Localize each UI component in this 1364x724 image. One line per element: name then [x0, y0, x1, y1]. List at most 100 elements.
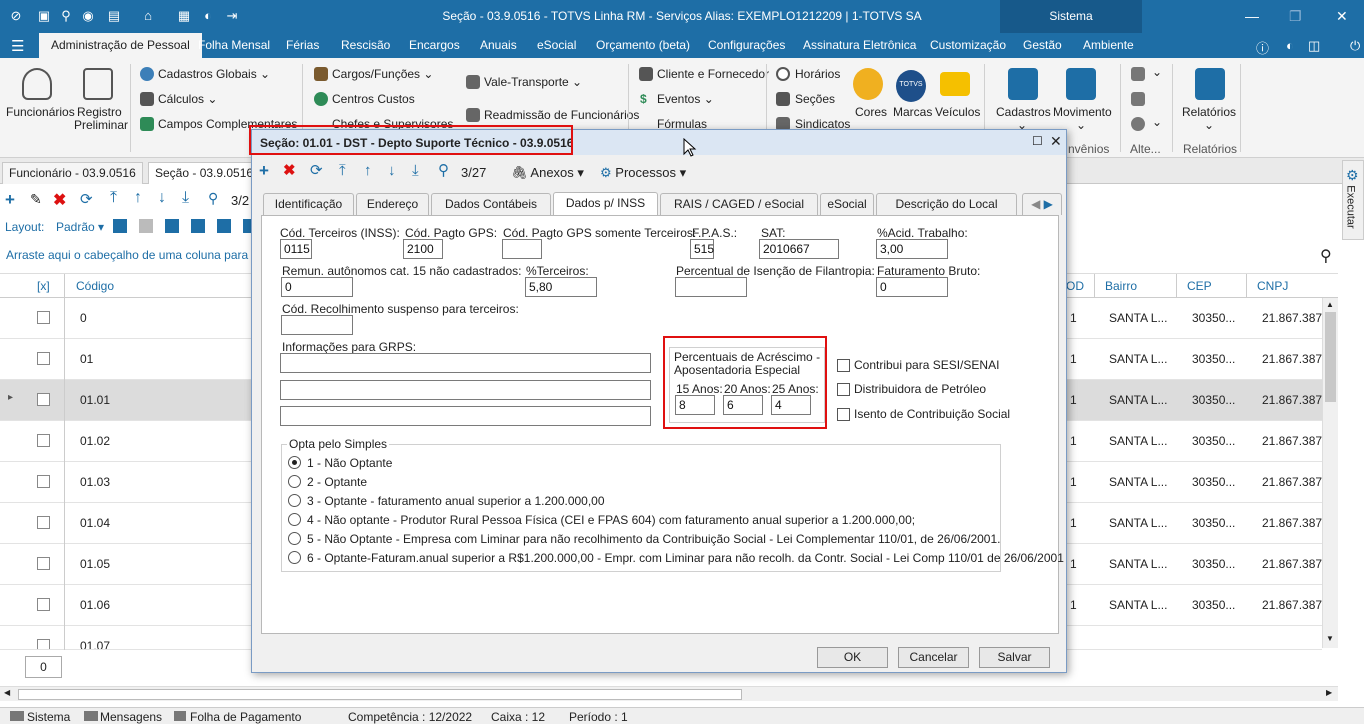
simples-option-3-radio[interactable] — [288, 494, 301, 507]
tab-administracao[interactable]: Administração de Pessoal — [39, 33, 202, 58]
secoes-button[interactable]: Seções — [795, 92, 835, 106]
sistema-panel[interactable]: Sistema — [1000, 0, 1142, 33]
last-icon[interactable]: ⤓ — [182, 189, 189, 207]
ok-button[interactable]: OK — [817, 647, 888, 668]
cadastros-button[interactable]: Cadastros — [996, 105, 1051, 119]
search-icon[interactable]: ⚲ — [438, 163, 449, 179]
chevron-down-icon[interactable]: ⌄ — [1204, 118, 1214, 132]
scroll-down-icon[interactable]: ▼ — [1326, 634, 1334, 643]
restore-icon[interactable]: ❐ — [1289, 8, 1302, 25]
tab-descricao-local[interactable]: Descrição do Local — [876, 193, 1017, 215]
refresh-icon[interactable]: ⟳ — [310, 163, 323, 179]
tab-orcamento[interactable]: Orçamento (beta) — [596, 38, 690, 52]
readmissao-button[interactable]: Readmissão de Funcionários — [484, 108, 639, 122]
row-checkbox[interactable] — [37, 598, 50, 611]
recolhimento-input[interactable] — [281, 315, 353, 335]
horarios-button[interactable]: Horários — [795, 67, 840, 81]
minimize-icon[interactable]: — — [1245, 8, 1259, 24]
sat-input[interactable]: 2010667 — [759, 239, 839, 259]
cnpj-column-header[interactable]: CNPJ — [1257, 279, 1288, 293]
tab-identificacao[interactable]: Identificação — [263, 193, 354, 215]
info-icon[interactable]: ⓘ — [1256, 38, 1269, 57]
terceiros-input[interactable]: 5,80 — [525, 277, 597, 297]
marcas-button[interactable]: Marcas — [893, 105, 932, 119]
scroll-right-icon[interactable]: ▶ — [1326, 688, 1332, 697]
status-folha[interactable]: Folha de Pagamento — [190, 710, 301, 724]
grps-line-2[interactable] — [280, 380, 651, 400]
search-icon[interactable]: ⚲ — [1320, 246, 1332, 266]
tab-anuais[interactable]: Anuais — [480, 38, 517, 52]
tab-ambiente[interactable]: Ambiente — [1083, 38, 1134, 52]
tab-scroll-arrows[interactable]: ◀ ▶ — [1022, 193, 1062, 215]
scroll-up-icon[interactable]: ▲ — [1326, 300, 1334, 309]
last-icon[interactable]: ⤓ — [412, 163, 419, 179]
cep-column-header[interactable]: CEP — [1187, 279, 1212, 293]
od-column-header[interactable]: OD — [1066, 279, 1084, 293]
delete-icon[interactable]: ✖ — [283, 163, 296, 179]
chevron-left-icon[interactable]: ◀ — [1031, 197, 1040, 211]
distribuidora-checkbox[interactable] — [837, 383, 850, 396]
row-checkbox[interactable] — [37, 557, 50, 570]
tab-ferias[interactable]: Férias — [286, 38, 319, 52]
chevron-down-icon[interactable]: ⌄ — [1152, 65, 1162, 79]
add-icon[interactable]: + — [259, 162, 269, 179]
save-button[interactable]: Salvar — [979, 647, 1050, 668]
cores-button[interactable]: Cores — [855, 105, 887, 119]
anexos-menu[interactable]: 🖇 Anexos ▾ — [511, 165, 584, 181]
search-icon[interactable]: ⚲ — [208, 190, 218, 207]
remun-input[interactable]: 0 — [281, 277, 353, 297]
acid-trabalho-input[interactable]: 3,00 — [876, 239, 948, 259]
simples-option-2-radio[interactable] — [288, 475, 301, 488]
registro-preliminar-button-line2[interactable]: Preliminar — [74, 118, 128, 132]
cargos-funcoes-menu[interactable]: Cargos/Funções ⌄ — [332, 67, 433, 81]
simples-option-4-radio[interactable] — [288, 513, 301, 526]
maximize-icon[interactable]: ☐ — [1032, 134, 1043, 148]
refresh-icon[interactable]: ⟳ — [80, 190, 93, 208]
row-checkbox[interactable] — [37, 475, 50, 488]
tab-customizacao[interactable]: Customização — [930, 38, 1006, 52]
tab-gestao[interactable]: Gestão — [1023, 38, 1062, 52]
row-checkbox[interactable] — [37, 352, 50, 365]
isento-checkbox[interactable] — [837, 408, 850, 421]
tab-rais-caged[interactable]: RAIS / CAGED / eSocial — [660, 193, 818, 215]
next-icon[interactable]: ↓ — [158, 189, 166, 207]
cancel-button[interactable]: Cancelar — [898, 647, 969, 668]
veiculos-button[interactable]: Veículos — [935, 105, 980, 119]
tab-configuracoes[interactable]: Configurações — [708, 38, 785, 52]
tab-esocial[interactable]: eSocial — [820, 193, 874, 215]
delete-icon[interactable]: ✖ — [53, 190, 66, 210]
tab-rescisao[interactable]: Rescisão — [341, 38, 390, 52]
prev-icon[interactable]: ↑ — [364, 163, 372, 179]
simples-option-5-radio[interactable] — [288, 532, 301, 545]
codigo-column-header[interactable]: Código — [76, 279, 114, 293]
scroll-thumb[interactable] — [18, 689, 742, 700]
grps-line-3[interactable] — [280, 406, 651, 426]
add-column-icon[interactable] — [113, 219, 127, 233]
close-icon[interactable]: ✕ — [1336, 8, 1348, 25]
edit-icon[interactable]: ✎ — [30, 191, 42, 208]
row-checkbox[interactable] — [37, 434, 50, 447]
row-checkbox[interactable] — [37, 311, 50, 324]
tab-esocial[interactable]: eSocial — [537, 38, 576, 52]
row-checkbox[interactable] — [37, 639, 50, 649]
status-mensagens[interactable]: Mensagens — [100, 710, 162, 724]
vale-transporte-menu[interactable]: Vale-Transporte ⌄ — [484, 75, 582, 89]
globe-icon[interactable]: ◐ — [1286, 38, 1294, 53]
faturamento-input[interactable]: 0 — [876, 277, 948, 297]
registro-preliminar-button-line1[interactable]: Registro — [77, 105, 122, 119]
movimento-button[interactable]: Movimento — [1053, 105, 1112, 119]
chevron-down-icon[interactable]: ⌄ — [1152, 115, 1162, 129]
add-icon[interactable]: + — [5, 190, 15, 210]
layout-icon[interactable]: ◫ — [1308, 38, 1320, 54]
centros-custos-button[interactable]: Centros Custos — [332, 92, 415, 106]
remove-column-icon[interactable] — [139, 219, 153, 233]
save-layout-icon[interactable] — [165, 219, 179, 233]
relatorios-button[interactable]: Relatórios — [1182, 105, 1236, 119]
export-icon[interactable] — [191, 219, 205, 233]
isencao-input[interactable] — [675, 277, 747, 297]
row-checkbox[interactable] — [37, 393, 50, 406]
tab-endereco[interactable]: Endereço — [356, 193, 429, 215]
chevron-down-icon[interactable]: ⌄ — [1076, 118, 1086, 132]
doc-tab-secao[interactable]: Seção - 03.9.0516 — [148, 162, 261, 184]
tab-dados-contabeis[interactable]: Dados Contábeis — [431, 193, 551, 215]
